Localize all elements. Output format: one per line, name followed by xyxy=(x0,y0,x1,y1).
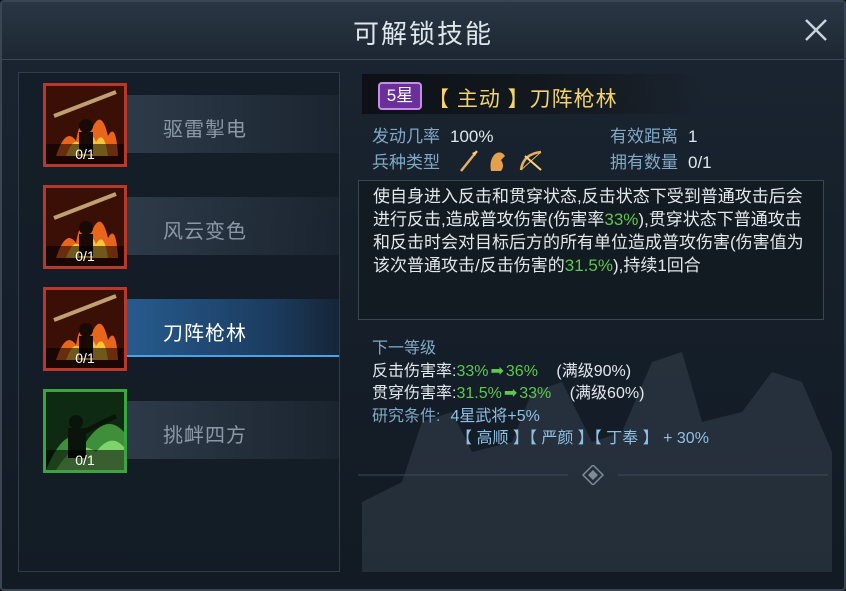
trigger-rate-value: 100% xyxy=(450,127,494,146)
skill-count: 0/1 xyxy=(46,144,124,164)
unit-type: 兵种类型 xyxy=(372,148,551,179)
title-bar: 可解锁技能 xyxy=(2,2,844,60)
skill-list: 0/1 驱雷掣电 0/1 风云变色 0/1 刀阵枪林 0/1 挑衅四方 xyxy=(18,72,340,572)
skill-unlock-window: 可解锁技能 0/1 驱雷掣电 0/1 风云变色 0/1 刀阵枪林 0/1 挑衅四… xyxy=(0,0,846,591)
skill-item-daozhen[interactable]: 0/1 刀阵枪林 xyxy=(19,277,341,371)
owned-count: 拥有数量 0/1 xyxy=(610,148,712,173)
desc-highlight-1: 33% xyxy=(604,210,639,229)
research-generals: 【 高顺 】【 严颜 】【 丁奉 】 + 30% xyxy=(456,430,709,447)
skill-count: 0/1 xyxy=(46,450,124,470)
pierce-max: (满级60%) xyxy=(569,385,645,402)
unit-type-icons xyxy=(459,150,542,172)
counter-to: 36% xyxy=(505,363,538,380)
window-title: 可解锁技能 xyxy=(352,19,493,49)
counter-from: 33% xyxy=(456,363,489,380)
skill-item-tiaoxin[interactable]: 0/1 挑衅四方 xyxy=(19,379,341,473)
counter-label: 反击伤害率: xyxy=(372,363,457,380)
owned-label: 拥有数量 xyxy=(610,153,678,172)
counter-max: (满级90%) xyxy=(556,363,632,380)
desc-highlight-2: 31.5% xyxy=(564,256,613,275)
star-badge: 5星 xyxy=(378,82,422,110)
skill-count: 0/1 xyxy=(46,348,124,368)
research-label: 研究条件: xyxy=(372,408,441,425)
owned-value: 0/1 xyxy=(688,153,712,172)
desc-text-3: ),持续1回合 xyxy=(612,256,701,275)
research-value: 4星武将+5% xyxy=(450,408,540,425)
skill-name: 挑衅四方 xyxy=(163,425,247,447)
bow-icon xyxy=(519,150,542,171)
skill-icon-frame: 0/1 xyxy=(43,287,127,371)
close-icon[interactable] xyxy=(802,16,830,44)
pierce-to: 33% xyxy=(519,385,552,402)
spear-icon xyxy=(459,150,478,172)
skill-name: 刀阵枪林 xyxy=(163,323,247,345)
unit-type-label: 兵种类型 xyxy=(372,153,440,172)
skill-icon-frame: 0/1 xyxy=(43,185,127,269)
skill-name: 驱雷掣电 xyxy=(163,119,247,141)
skill-name: 风云变色 xyxy=(163,221,247,243)
next-level-title: 下一等级 xyxy=(372,340,437,357)
skill-header: 5星 【 主动 】刀阵枪林 xyxy=(362,74,707,114)
range-label: 有效距离 xyxy=(610,127,678,146)
research-condition: 研究条件: 4星武将+5% xyxy=(372,402,540,426)
skill-item-qulei[interactable]: 0/1 驱雷掣电 xyxy=(19,73,341,167)
trigger-rate-label: 发动几率 xyxy=(372,127,440,146)
arrow-icon: ➡ xyxy=(503,385,518,402)
effective-range: 有效距离 1 xyxy=(610,122,697,147)
skill-description: 使自身进入反击和贯穿状态,反击状态下受到普通攻击后会进行反击,造成普攻伤害(伤害… xyxy=(358,180,824,320)
range-value: 1 xyxy=(688,127,698,146)
pierce-label: 贯穿伤害率: xyxy=(372,385,457,402)
trigger-rate: 发动几率 100% xyxy=(372,122,493,147)
counter-damage-line: 反击伤害率:33% ➡ 36% (满级90%) xyxy=(372,357,631,381)
pierce-from: 31.5% xyxy=(456,385,502,402)
pierce-damage-line: 贯穿伤害率:31.5% ➡ 33% (满级60%) xyxy=(372,379,644,403)
skill-icon-frame: 0/1 xyxy=(43,83,127,167)
horse-icon xyxy=(490,152,505,172)
skill-detail-panel: 5星 【 主动 】刀阵枪林 发动几率 100% 有效距离 1 兵种类型 拥有数量… xyxy=(354,72,832,572)
skill-item-fengyun[interactable]: 0/1 风云变色 xyxy=(19,175,341,269)
skill-count: 0/1 xyxy=(46,246,124,266)
skill-title: 【 主动 】刀阵枪林 xyxy=(428,88,618,111)
skill-icon-frame: 0/1 xyxy=(43,389,127,473)
arrow-icon: ➡ xyxy=(490,363,504,380)
ornament-divider xyxy=(358,465,828,485)
